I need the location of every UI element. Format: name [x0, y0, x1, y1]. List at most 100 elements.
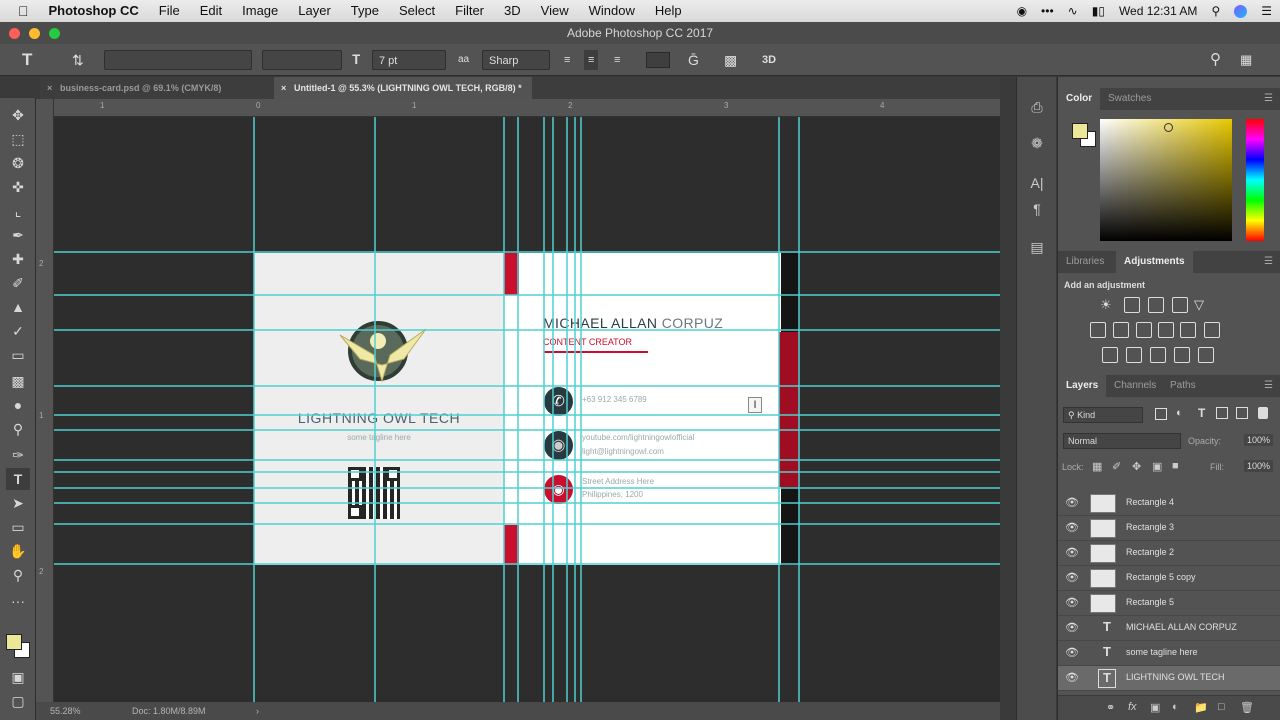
layer-name[interactable]: Rectangle 5	[1126, 597, 1174, 607]
menu-edit[interactable]: Edit	[190, 0, 232, 22]
apple-icon[interactable]: 	[0, 3, 39, 19]
font-family-select[interactable]	[104, 50, 252, 70]
filter-type-icon[interactable]: T	[1198, 406, 1205, 420]
type-tool-icon[interactable]: T	[6, 468, 30, 490]
brushes-panel-icon[interactable]: ❁	[1027, 135, 1047, 155]
hue-slider[interactable]	[1246, 119, 1264, 241]
tab-layers[interactable]: Layers	[1058, 375, 1107, 397]
crop-tool-icon[interactable]: ⌞	[6, 200, 30, 222]
close-window-button[interactable]	[9, 28, 20, 39]
visibility-eye-icon[interactable]: 👁	[1065, 546, 1079, 559]
menu-filter[interactable]: Filter	[445, 0, 494, 22]
maximize-window-button[interactable]	[49, 28, 60, 39]
3d-icon[interactable]: 3D	[762, 50, 776, 70]
align-center-icon[interactable]: ≡	[584, 50, 599, 70]
black-white-icon[interactable]	[1158, 322, 1174, 338]
tab-channels[interactable]: Channels	[1106, 375, 1164, 397]
gradient-triangle-icon[interactable]: ▽	[1194, 297, 1210, 313]
tab-paths[interactable]: Paths	[1162, 375, 1204, 397]
rectangle-tool-icon[interactable]: ▭	[6, 516, 30, 538]
layer-row[interactable]: 👁 T MICHAEL ALLAN CORPUZ	[1058, 616, 1280, 641]
wifi-icon[interactable]: ∿	[1068, 4, 1078, 18]
layer-row[interactable]: 👁 Rectangle 4	[1058, 491, 1280, 516]
filter-toggle[interactable]	[1258, 407, 1268, 419]
layer-row[interactable]: 👁 Rectangle 2	[1058, 541, 1280, 566]
warp-text-icon[interactable]: Ḡ	[688, 50, 699, 70]
color-balance-icon[interactable]	[1136, 322, 1152, 338]
hand-tool-icon[interactable]: ✋	[6, 540, 30, 562]
clock[interactable]: Wed 12:31 AM	[1119, 4, 1198, 18]
align-left-icon[interactable]: ≡	[564, 50, 570, 70]
layer-row[interactable]: 👁 Rectangle 5	[1058, 591, 1280, 616]
character-panel-icon[interactable]: ▩	[724, 50, 737, 70]
visibility-eye-icon[interactable]: 👁	[1065, 671, 1079, 684]
lock-brush-icon[interactable]: ✐	[1112, 460, 1121, 473]
properties-panel-icon[interactable]: ▤	[1027, 239, 1047, 259]
brush-tool-icon[interactable]: ✐	[6, 272, 30, 294]
layer-row-selected[interactable]: 👁 T LIGHTNING OWL TECH	[1058, 666, 1280, 691]
healing-brush-tool-icon[interactable]: ✚	[6, 248, 30, 270]
hue-saturation-icon[interactable]	[1113, 322, 1129, 338]
vibrance-icon[interactable]	[1090, 322, 1106, 338]
menu-3d[interactable]: 3D	[494, 0, 531, 22]
color-picker-field[interactable]	[1100, 119, 1232, 241]
delete-layer-icon[interactable]: 🗑	[1240, 701, 1254, 714]
add-mask-icon[interactable]: ▣	[1150, 701, 1160, 714]
text-orientation-icon[interactable]: ⇅	[72, 50, 84, 70]
layer-name[interactable]: Rectangle 4	[1126, 497, 1174, 507]
zoom-level[interactable]: 55.28%	[50, 702, 81, 720]
tab-close-icon[interactable]: ×	[281, 77, 286, 99]
posterize-icon[interactable]	[1126, 347, 1142, 363]
tab-business-card[interactable]: × business-card.psd @ 69.1% (CMYK/8)	[40, 77, 231, 99]
visibility-eye-icon[interactable]: 👁	[1065, 621, 1079, 634]
curves-icon[interactable]	[1148, 297, 1164, 313]
layer-name[interactable]: Rectangle 3	[1126, 522, 1174, 532]
lasso-tool-icon[interactable]: ❂	[6, 152, 30, 174]
dodge-tool-icon[interactable]: ⚲	[6, 418, 30, 440]
exposure-icon[interactable]	[1172, 297, 1188, 313]
layer-row[interactable]: 👁 Rectangle 5 copy	[1058, 566, 1280, 591]
visibility-eye-icon[interactable]: 👁	[1065, 596, 1079, 609]
layer-row[interactable]: 👁 T some tagline here	[1058, 641, 1280, 666]
visibility-eye-icon[interactable]: 👁	[1065, 521, 1079, 534]
lock-artboard-icon[interactable]: ▣	[1152, 460, 1162, 473]
tab-close-icon[interactable]: ×	[47, 77, 52, 99]
layer-style-icon[interactable]: fx	[1128, 701, 1137, 713]
screen-mode-icon[interactable]: ▢	[6, 690, 30, 712]
tab-color[interactable]: Color	[1058, 88, 1101, 110]
align-right-icon[interactable]: ≡	[614, 50, 620, 70]
gradient-tool-icon[interactable]: ▩	[6, 370, 30, 392]
layer-filter-select[interactable]: ⚲ Kind	[1063, 407, 1143, 423]
layer-name[interactable]: Rectangle 5 copy	[1126, 572, 1196, 582]
menu-select[interactable]: Select	[389, 0, 445, 22]
paragraph-panel-icon[interactable]: ¶	[1027, 201, 1047, 221]
layer-name[interactable]: MICHAEL ALLAN CORPUZ	[1126, 622, 1237, 632]
quick-mask-icon[interactable]: ▣	[6, 666, 30, 688]
workspace-icon[interactable]: ▦	[1240, 50, 1252, 70]
photo-filter-icon[interactable]	[1180, 322, 1196, 338]
eyedropper-tool-icon[interactable]: ✒	[6, 224, 30, 246]
lock-position-icon[interactable]: ✥	[1132, 460, 1141, 473]
lock-pixels-icon[interactable]: ▦	[1092, 460, 1102, 473]
document-canvas[interactable]: LIGHTNING OWL TECH some tagline here MIC…	[54, 117, 1000, 702]
visibility-eye-icon[interactable]: 👁	[1065, 496, 1079, 509]
color-picker-cursor[interactable]	[1164, 123, 1173, 132]
font-size-select[interactable]: 7 pt	[372, 50, 446, 70]
notification-list-icon[interactable]: ☰	[1261, 4, 1272, 18]
opacity-value[interactable]: 100%	[1244, 434, 1274, 446]
tab-adjustments[interactable]: Adjustments	[1116, 251, 1193, 273]
menu-window[interactable]: Window	[579, 0, 645, 22]
blend-mode-select[interactable]: Normal	[1063, 433, 1181, 449]
move-tool-icon[interactable]: ✥	[6, 104, 30, 126]
minimize-window-button[interactable]	[29, 28, 40, 39]
history-brush-tool-icon[interactable]: ✓	[6, 320, 30, 342]
new-group-icon[interactable]: 📁	[1194, 701, 1208, 714]
text-color-swatch[interactable]	[646, 52, 670, 68]
selective-color-icon[interactable]	[1174, 347, 1190, 363]
tab-untitled-1[interactable]: × Untitled-1 @ 55.3% (LIGHTNING OWL TECH…	[274, 77, 532, 99]
menu-file[interactable]: File	[149, 0, 190, 22]
link-layers-icon[interactable]: ⚭	[1106, 701, 1115, 714]
panel-menu-icon[interactable]: ☰	[1264, 375, 1273, 397]
invert-icon[interactable]	[1102, 347, 1118, 363]
eraser-tool-icon[interactable]: ▭	[6, 344, 30, 366]
